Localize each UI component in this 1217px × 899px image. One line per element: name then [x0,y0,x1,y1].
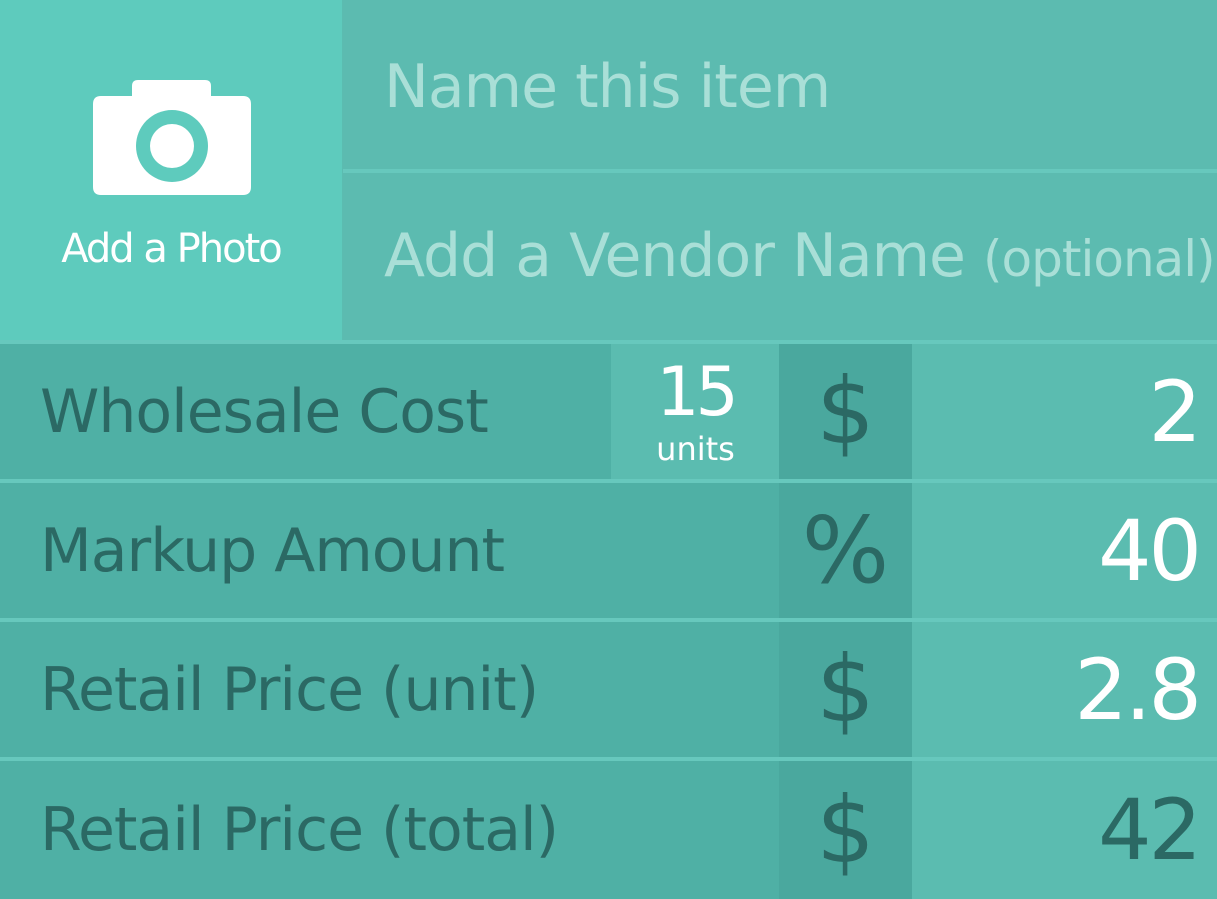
retail-price-unit-value: 2.8 [1074,640,1202,739]
vendor-name-input[interactable]: Add a Vendor Name (optional) [343,173,1217,340]
retail-price-unit-label: Retail Price (unit) [40,654,539,725]
item-name-placeholder: Name this item [384,52,831,122]
vendor-name-placeholder: Add a Vendor Name (optional) [384,221,1216,291]
dollar-icon: $ [779,761,912,899]
optional-hint: (optional) [983,230,1216,288]
retail-price-unit-input[interactable]: 2.8 [913,622,1217,757]
retail-price-unit-label-cell: Retail Price (unit) [0,622,779,757]
units-quantity-field[interactable]: 15 units [612,344,779,479]
retail-price-total-value: 42 [1098,781,1202,879]
markup-amount-label: Markup Amount [40,515,505,586]
dollar-icon: $ [779,344,912,479]
add-photo-label: Add a Photo [61,226,282,272]
item-name-input[interactable]: Name this item [343,0,1217,169]
markup-amount-value: 40 [1098,501,1202,600]
retail-price-unit-row: Retail Price (unit) $ 2.8 [0,622,1217,757]
dollar-icon: $ [779,622,912,757]
wholesale-cost-label-cell: Wholesale Cost [0,344,611,479]
markup-amount-label-cell: Markup Amount [0,483,779,618]
add-photo-button[interactable]: Add a Photo [0,0,342,340]
markup-amount-input[interactable]: 40 [913,483,1217,618]
units-quantity-value: 15 [656,353,739,432]
wholesale-cost-row: Wholesale Cost 15 units $ 2 [0,344,1217,479]
percent-icon: % [779,483,912,618]
markup-amount-row: Markup Amount % 40 [0,483,1217,618]
units-label: units [656,430,735,468]
camera-icon [93,80,251,195]
wholesale-cost-input[interactable]: 2 [913,344,1217,479]
retail-price-total-label-cell: Retail Price (total) [0,761,779,899]
retail-price-total-label: Retail Price (total) [40,795,559,865]
wholesale-cost-value: 2 [1148,362,1202,461]
retail-price-total-row: Retail Price (total) $ 42 [0,761,1217,899]
retail-price-total-input[interactable]: 42 [913,761,1217,899]
wholesale-cost-label: Wholesale Cost [40,376,489,447]
